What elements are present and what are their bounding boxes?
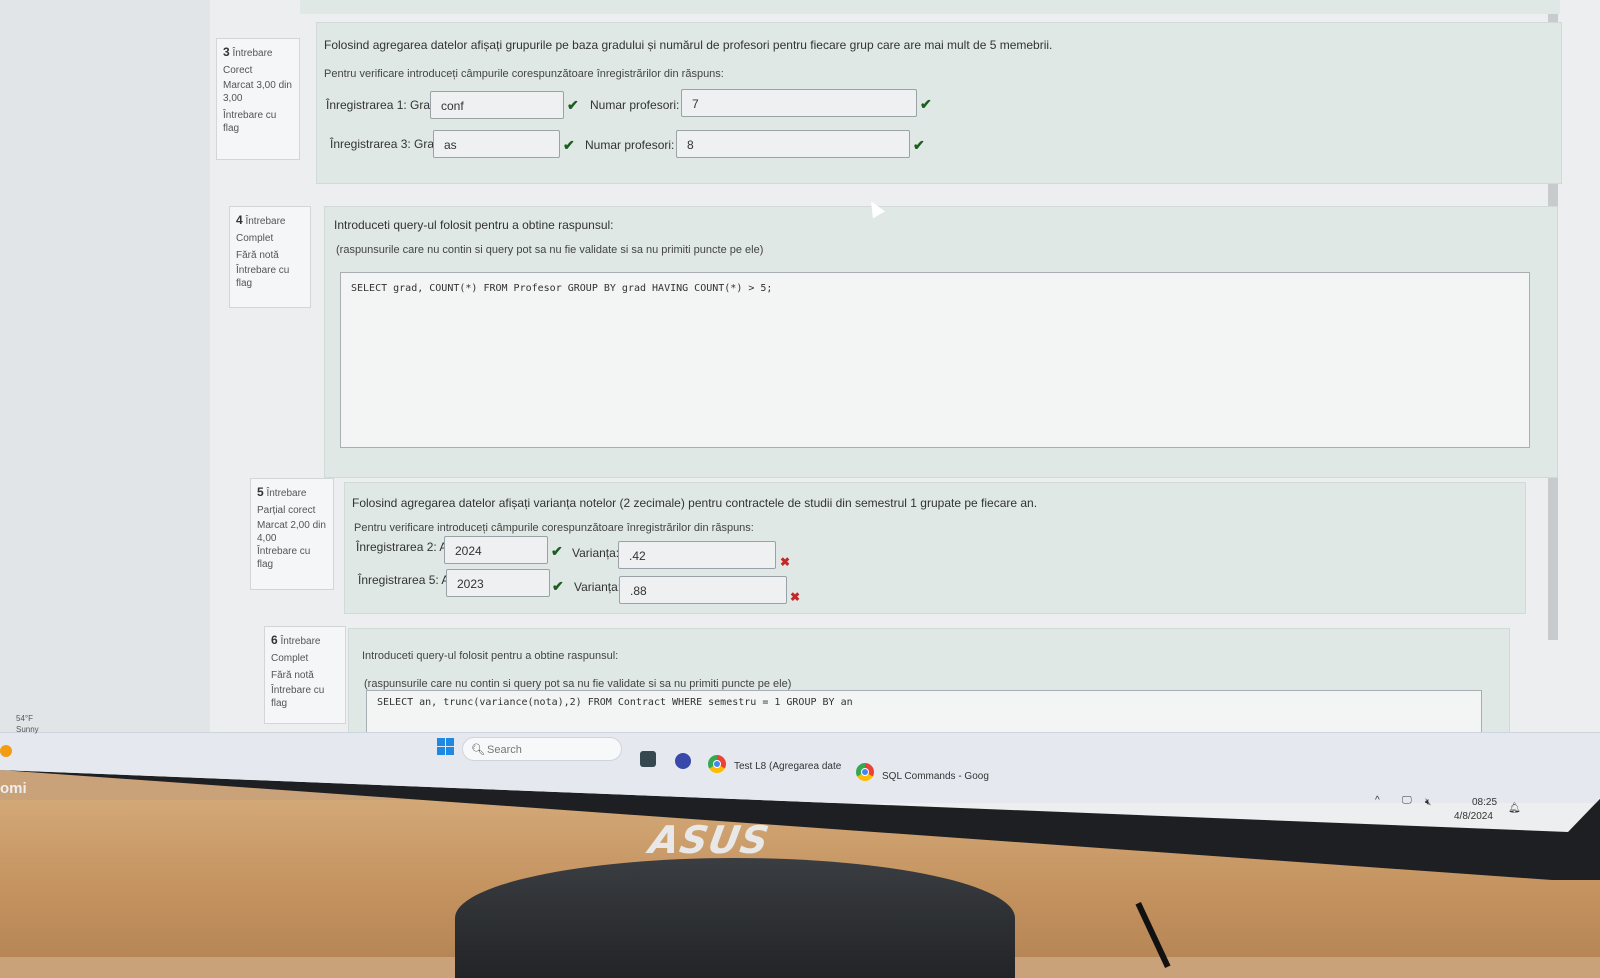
question-subtext: Pentru verificare introduceți câmpurile …	[324, 68, 724, 80]
question-status: Complet	[236, 233, 274, 244]
file-explorer-icon[interactable]	[640, 751, 656, 767]
prev-question-box	[300, 0, 1560, 14]
question-number: 4	[236, 213, 243, 227]
correct-check-icon: ✔	[552, 578, 564, 594]
chevron-up-icon[interactable]: ^	[1375, 795, 1380, 806]
taskbar: 54°F Sunny 🔍︎ Search Test L8 (Agregarea …	[0, 714, 1600, 822]
question-text: Folosind agregarea datelor afișați varia…	[352, 496, 1038, 510]
correct-check-icon: ✔	[551, 543, 563, 559]
record-1-label: Înregistrarea 1: Grad:	[326, 98, 441, 112]
question-subtext: (raspunsurile care nu contin si query po…	[364, 678, 792, 690]
question-text: Introduceti query-ul folosit pentru a ob…	[362, 650, 619, 662]
notification-bell-icon[interactable]: 🔔︎	[1508, 803, 1521, 814]
question-number: 3	[223, 45, 230, 59]
an-input-5[interactable]: 2023	[446, 569, 550, 597]
correct-check-icon: ✔	[920, 96, 932, 112]
question-info-5: 5 Întrebare Parțial corect Marcat 2,00 d…	[250, 478, 334, 590]
incorrect-x-icon: ✖	[790, 590, 801, 604]
left-drawer	[0, 0, 210, 760]
question-status: Parțial corect	[257, 505, 316, 516]
left-logo: omi	[0, 780, 27, 797]
weather-widget[interactable]: 54°F Sunny	[16, 713, 39, 735]
varianta-input-2[interactable]: .42	[618, 541, 776, 569]
taskbar-search[interactable]: 🔍︎ Search	[462, 737, 622, 761]
monitor-stand	[455, 858, 1015, 978]
windows-start-icon[interactable]	[437, 738, 454, 755]
weather-icon	[0, 745, 12, 757]
flag-question-link[interactable]: Întrebare cu flag	[257, 545, 327, 571]
taskbar-tab-test[interactable]: Test L8 (Agregarea date	[734, 761, 841, 772]
weather-temp: 54°F	[16, 714, 33, 723]
clock-time[interactable]: 08:25	[1472, 797, 1497, 808]
question-status: Complet	[271, 653, 309, 664]
grad-input-1[interactable]: conf	[430, 91, 564, 119]
question-grade: Fără notă	[271, 670, 314, 681]
grad-input-3[interactable]: as	[433, 130, 560, 158]
varianta-label: Varianța:	[572, 546, 620, 560]
correct-check-icon: ✔	[567, 97, 579, 113]
record-2-label: Înregistrarea 2: An:	[356, 540, 458, 554]
nr-profesori-label: Numar profesori:	[590, 98, 680, 112]
record-3-label: Înregistrarea 3: Grad:	[330, 137, 445, 151]
weather-desc: Sunny	[16, 725, 39, 734]
monitor-brand-logo: ASUS	[646, 818, 773, 862]
flag-question-link[interactable]: Întrebare cu flag	[223, 109, 293, 135]
question-number: 6	[271, 633, 278, 647]
chrome-icon[interactable]	[856, 763, 874, 781]
screen: 3 Întrebare Corect Marcat 3,00 din 3,00 …	[0, 0, 1600, 832]
question-number: 5	[257, 485, 264, 499]
nr-profesori-input-3[interactable]: 8	[676, 130, 910, 158]
question-text: Introduceti query-ul folosit pentru a ob…	[334, 218, 614, 232]
clock-date[interactable]: 4/8/2024	[1454, 811, 1493, 822]
question-subtext: Pentru verificare introduceți câmpurile …	[354, 522, 754, 534]
an-input-2[interactable]: 2024	[444, 536, 548, 564]
question-text: Folosind agregarea datelor afișați grupu…	[324, 38, 1053, 52]
nr-profesori-input-1[interactable]: 7	[681, 89, 917, 117]
question-grade: Marcat 3,00 din 3,00	[223, 80, 292, 104]
question-label: Întrebare	[232, 48, 273, 59]
network-icon[interactable]: 🖵	[1402, 795, 1412, 806]
taskbar-tab-sql[interactable]: SQL Commands - Goog	[882, 771, 989, 782]
correct-check-icon: ✔	[563, 137, 575, 153]
question-label: Întrebare	[280, 636, 321, 647]
query-textarea[interactable]: SELECT grad, COUNT(*) FROM Profesor GROU…	[340, 272, 1530, 448]
search-placeholder: Search	[487, 744, 522, 756]
chat-icon[interactable]	[675, 753, 691, 769]
record-5-label: Înregistrarea 5: An:	[358, 573, 460, 587]
varianta-input-5[interactable]: .88	[619, 576, 787, 604]
varianta-label: Varianța:	[574, 580, 622, 594]
chrome-icon[interactable]	[708, 755, 726, 773]
volume-muted-icon[interactable]: 🔇︎	[1425, 797, 1431, 808]
question-label: Întrebare	[245, 216, 286, 227]
flag-question-link[interactable]: Întrebare cu flag	[236, 264, 304, 290]
question-status: Corect	[223, 65, 253, 76]
question-info-4: 4 Întrebare Complet Fără notă Întrebare …	[229, 206, 311, 308]
question-subtext: (raspunsurile care nu contin si query po…	[336, 244, 764, 256]
flag-question-link[interactable]: Întrebare cu flag	[271, 684, 339, 710]
question-grade: Fără notă	[236, 250, 279, 261]
search-icon: 🔍︎	[471, 744, 485, 756]
question-grade: Marcat 2,00 din 4,00	[257, 520, 326, 544]
nr-profesori-label: Numar profesori:	[585, 138, 675, 152]
incorrect-x-icon: ✖	[780, 555, 791, 569]
question-label: Întrebare	[266, 488, 307, 499]
question-info-6: 6 Întrebare Complet Fără notă Întrebare …	[264, 626, 346, 724]
correct-check-icon: ✔	[913, 137, 925, 153]
question-info-3: 3 Întrebare Corect Marcat 3,00 din 3,00 …	[216, 38, 300, 160]
